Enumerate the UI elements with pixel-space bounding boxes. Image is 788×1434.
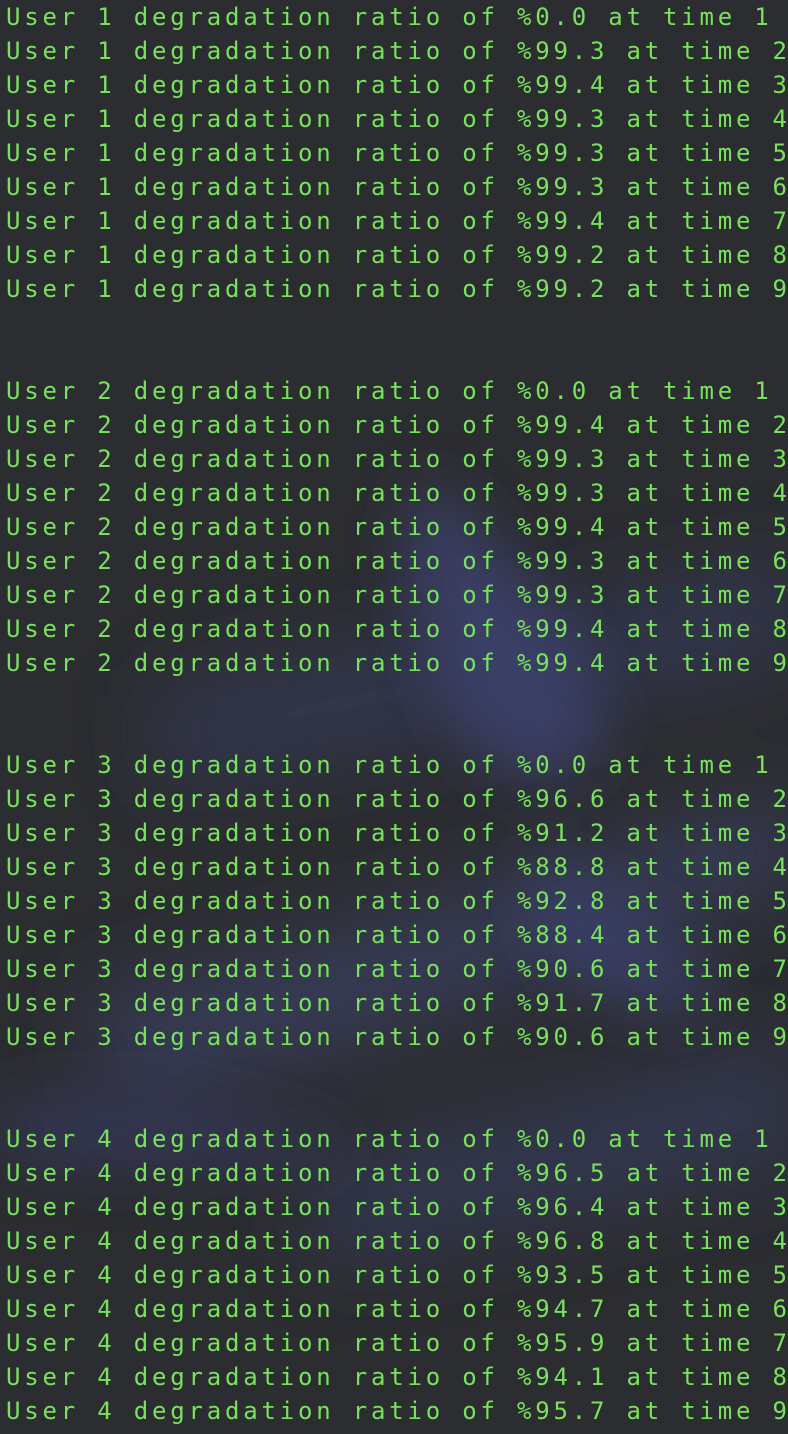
output-line: User 4 degradation ratio of %0.0 at time… <box>6 1125 773 1153</box>
output-line: User 4 degradation ratio of %95.7 at tim… <box>6 1397 788 1425</box>
output-line: User 1 degradation ratio of %99.4 at tim… <box>6 71 788 99</box>
output-line: User 1 degradation ratio of %99.4 at tim… <box>6 207 788 235</box>
output-line: User 2 degradation ratio of %0.0 at time… <box>6 377 773 405</box>
output-line: User 1 degradation ratio of %0.0 at time… <box>6 3 773 31</box>
output-line: User 4 degradation ratio of %95.9 at tim… <box>6 1329 788 1357</box>
output-line: User 1 degradation ratio of %99.3 at tim… <box>6 37 788 65</box>
output-line: User 3 degradation ratio of %88.8 at tim… <box>6 853 788 881</box>
output-line: User 3 degradation ratio of %88.4 at tim… <box>6 921 788 949</box>
output-line: User 4 degradation ratio of %94.7 at tim… <box>6 1295 788 1323</box>
output-line: User 4 degradation ratio of %94.1 at tim… <box>6 1363 788 1391</box>
output-line: User 3 degradation ratio of %90.6 at tim… <box>6 955 788 983</box>
output-line: User 2 degradation ratio of %99.3 at tim… <box>6 479 788 507</box>
output-line: User 4 degradation ratio of %93.5 at tim… <box>6 1261 788 1289</box>
output-block-user-2: User 2 degradation ratio of %0.0 at time… <box>0 374 788 714</box>
output-line: User 4 degradation ratio of %96.8 at tim… <box>6 1227 788 1255</box>
output-line: User 1 degradation ratio of %99.3 at tim… <box>6 139 788 167</box>
output-line: User 2 degradation ratio of %99.4 at tim… <box>6 513 788 541</box>
output-line: User 2 degradation ratio of %99.3 at tim… <box>6 445 788 473</box>
output-block-user-4: User 4 degradation ratio of %0.0 at time… <box>0 1122 788 1428</box>
output-block-user-1: User 1 degradation ratio of %0.0 at time… <box>0 0 788 340</box>
output-line: User 1 degradation ratio of %99.2 at tim… <box>6 241 788 269</box>
output-line: User 1 degradation ratio of %99.2 at tim… <box>6 275 788 303</box>
output-line: User 1 degradation ratio of %99.3 at tim… <box>6 105 788 133</box>
output-line: User 3 degradation ratio of %0.0 at time… <box>6 751 773 779</box>
output-line: User 2 degradation ratio of %99.4 at tim… <box>6 649 788 677</box>
output-line: User 3 degradation ratio of %96.6 at tim… <box>6 785 788 813</box>
output-line: User 2 degradation ratio of %99.4 at tim… <box>6 615 788 643</box>
output-line: User 3 degradation ratio of %91.2 at tim… <box>6 819 788 847</box>
terminal-output[interactable]: User 1 degradation ratio of %0.0 at time… <box>0 0 788 1428</box>
output-block-user-3: User 3 degradation ratio of %0.0 at time… <box>0 748 788 1088</box>
output-line: User 3 degradation ratio of %92.8 at tim… <box>6 887 788 915</box>
terminal-window[interactable]: User 1 degradation ratio of %0.0 at time… <box>0 0 788 1434</box>
output-line: User 2 degradation ratio of %99.3 at tim… <box>6 581 788 609</box>
output-line: User 4 degradation ratio of %96.5 at tim… <box>6 1159 788 1187</box>
output-line: User 3 degradation ratio of %90.6 at tim… <box>6 1023 788 1051</box>
output-line: User 2 degradation ratio of %99.3 at tim… <box>6 547 788 575</box>
output-line: User 2 degradation ratio of %99.4 at tim… <box>6 411 788 439</box>
output-line: User 1 degradation ratio of %99.3 at tim… <box>6 173 788 201</box>
output-line: User 4 degradation ratio of %96.4 at tim… <box>6 1193 788 1221</box>
output-line: User 3 degradation ratio of %91.7 at tim… <box>6 989 788 1017</box>
